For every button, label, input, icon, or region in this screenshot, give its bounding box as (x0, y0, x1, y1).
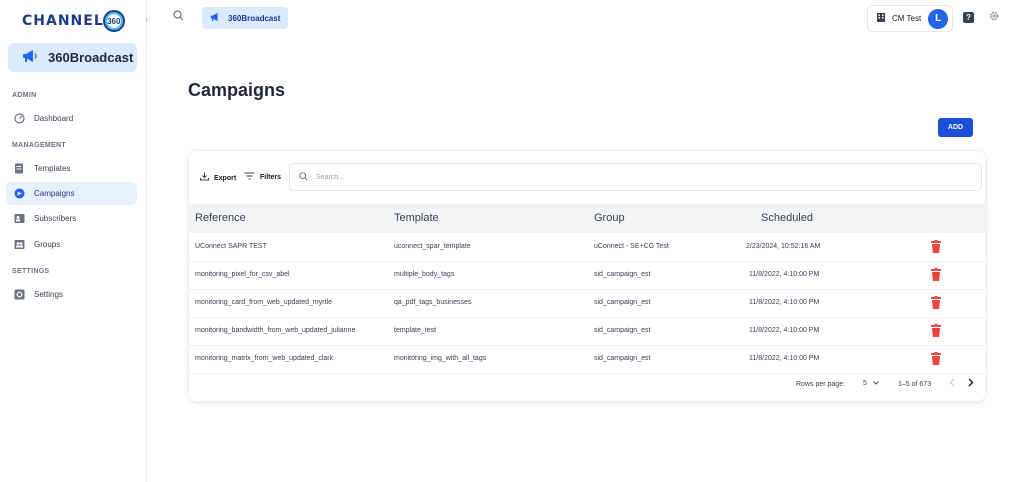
app-root: CHANNEL 360 360Broadcast ADMIN Dashboard… (0, 0, 1024, 482)
cell-scheduled: 11/8/2022, 4:10:00 PM (749, 271, 820, 278)
cell-scheduled: 11/8/2022, 4:10:00 PM (749, 299, 820, 306)
filter-icon (244, 172, 255, 183)
logo-text: CHANNEL (22, 13, 104, 29)
search-icon[interactable] (173, 10, 184, 24)
delete-icon[interactable] (931, 268, 941, 281)
table-header: Reference Template Group Scheduled (189, 204, 985, 233)
next-page-icon[interactable] (967, 378, 974, 390)
sidebar-item-settings[interactable]: Settings (6, 283, 137, 306)
cell-group: sid_campaign_est (594, 299, 651, 306)
product-card[interactable]: 360Broadcast (8, 43, 137, 72)
cell-reference: monitoring_pixel_for_csv_abel (195, 271, 290, 278)
sidebar-item-label: Campaigns (34, 189, 75, 198)
add-button[interactable]: ADD (938, 118, 973, 137)
cell-template: template_test (394, 327, 437, 334)
cell-group: sid_campaign_est (594, 271, 651, 278)
building-icon (876, 12, 886, 25)
gear-icon[interactable] (988, 10, 1000, 25)
search-input[interactable] (316, 173, 916, 181)
cell-group: sid_campaign_est (594, 327, 651, 334)
table-search[interactable] (289, 163, 982, 191)
delete-icon[interactable] (931, 324, 941, 337)
cell-reference: monitoring_card_from_web_updated_myrtle (195, 299, 332, 306)
user-menu[interactable]: CM Test L (867, 5, 953, 32)
export-label: Export (214, 174, 237, 182)
section-title-management: MANAGEMENT (12, 142, 66, 149)
cell-reference: monitoring_matrix_from_web_updated_clark (195, 355, 334, 362)
cell-scheduled: 2/23/2024, 10:52:16 AM (746, 243, 821, 250)
rows-per-page-label: Rows per page: (796, 381, 846, 388)
delete-icon[interactable] (931, 240, 941, 253)
sidebar-item-label: Templates (34, 164, 71, 173)
settings-icon (13, 289, 25, 301)
megaphone-icon (210, 12, 221, 25)
product-chip-label: 360Broadcast (228, 13, 281, 23)
table-toolbar: Export Filters (189, 151, 985, 203)
campaigns-table-card: Export Filters Reference Template Group … (188, 150, 986, 402)
column-header-scheduled[interactable]: Scheduled (761, 212, 813, 224)
filters-button[interactable]: Filters (244, 172, 281, 183)
sidebar-item-dashboard[interactable]: Dashboard (6, 107, 137, 130)
avatar[interactable]: L (928, 8, 949, 29)
delete-icon[interactable] (931, 296, 941, 309)
cell-template: multiple_body_tags (394, 271, 455, 278)
table-row[interactable]: monitoring_pixel_for_csv_abel multiple_b… (189, 262, 985, 290)
sidebar-item-label: Groups (34, 240, 61, 249)
column-header-group[interactable]: Group (594, 212, 625, 224)
subscribers-icon (13, 213, 25, 225)
cell-template: uconnect_spar_template (394, 243, 471, 250)
sidebar-item-label: Dashboard (34, 114, 74, 123)
sidebar-item-label: Settings (34, 290, 63, 299)
cell-scheduled: 11/8/2022, 4:10:00 PM (749, 355, 820, 362)
page-title: Campaigns (188, 80, 286, 100)
rows-per-page-select[interactable]: 5 (863, 380, 879, 387)
chevron-down-icon (873, 380, 879, 387)
cell-group: uConnect - SE+CG Test (594, 243, 669, 250)
search-icon (299, 171, 308, 183)
product-name: 360Broadcast (48, 50, 134, 65)
user-name: CM Test (892, 14, 922, 23)
templates-icon (13, 163, 25, 175)
cell-scheduled: 11/8/2022, 4:10:00 PM (749, 327, 820, 334)
cell-reference: UConnect SAPR TEST (195, 243, 267, 250)
previous-page-icon[interactable] (949, 378, 956, 390)
download-icon (200, 172, 209, 184)
filters-label: Filters (260, 174, 282, 181)
pagination-range: 1–5 of 673 (898, 381, 932, 388)
table-row[interactable]: monitoring_matrix_from_web_updated_clark… (189, 346, 985, 374)
dashboard-icon (13, 113, 25, 125)
logo-badge: 360 (102, 10, 125, 32)
export-button[interactable]: Export (200, 172, 236, 184)
channel360-logo[interactable]: CHANNEL 360 (22, 9, 125, 33)
section-title-admin: ADMIN (12, 92, 37, 99)
sidebar-item-label: Subscribers (34, 214, 77, 223)
column-header-template[interactable]: Template (394, 212, 439, 224)
column-header-reference[interactable]: Reference (195, 212, 246, 224)
cell-group: sid_campaign_est (594, 355, 651, 362)
table-row[interactable]: monitoring_bandwidth_from_web_updated_ju… (189, 318, 985, 346)
help-icon[interactable]: ? (963, 12, 974, 23)
sidebar-item-campaigns[interactable]: Campaigns (6, 182, 137, 205)
collapse-sidebar-button[interactable]: ‹ (145, 14, 148, 25)
sidebar-item-templates[interactable]: Templates (6, 157, 137, 180)
table-row[interactable]: UConnect SAPR TEST uconnect_spar_templat… (189, 234, 985, 262)
sidebar: CHANNEL 360 360Broadcast ADMIN Dashboard… (0, 0, 147, 482)
campaigns-icon (13, 188, 25, 200)
product-chip[interactable]: 360Broadcast (202, 7, 289, 29)
cell-template: monitoring_img_with_all_tags (394, 355, 487, 362)
sidebar-item-subscribers[interactable]: Subscribers (6, 207, 137, 230)
delete-icon[interactable] (931, 352, 941, 365)
rows-per-page-value: 5 (863, 380, 867, 387)
section-title-settings: SETTINGS (12, 268, 50, 275)
sidebar-item-groups[interactable]: Groups (6, 233, 137, 256)
table-pagination: Rows per page: 5 1–5 of 673 (189, 374, 985, 398)
groups-icon (13, 239, 25, 251)
cell-template: qa_pdf_tags_businesses (394, 299, 472, 306)
cell-reference: monitoring_bandwidth_from_web_updated_ju… (195, 327, 356, 334)
megaphone-icon (22, 49, 38, 66)
table-row[interactable]: monitoring_card_from_web_updated_myrtle … (189, 290, 985, 318)
